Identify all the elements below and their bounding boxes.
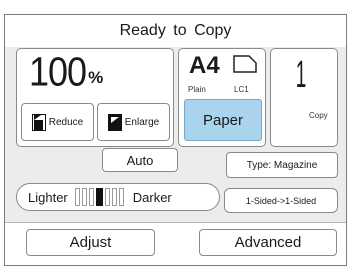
density-segment[interactable] [81,188,87,206]
density-control[interactable]: Lighter Darker [16,183,220,211]
enlarge-button[interactable]: Enlarge [97,103,170,141]
adjust-label: Adjust [69,234,112,251]
paper-tray-icon [233,55,257,78]
sided-label: 1-Sided->1-Sided [245,195,317,206]
zoom-unit: % [88,68,104,87]
auto-button[interactable]: Auto [102,148,178,172]
paper-type: Plain [188,85,206,94]
copies-count: 1 [295,54,307,96]
paper-button-label: Paper [202,111,244,129]
advanced-button[interactable]: Advanced [199,229,337,256]
reduce-label: Reduce [48,116,84,128]
paper-button[interactable]: Paper [184,99,262,141]
paper-size: A4 [189,52,220,79]
status-bar: Ready to Copy [5,15,346,47]
reduce-button[interactable]: Reduce [21,103,94,141]
auto-label: Auto [126,152,154,168]
enlarge-icon [107,113,122,131]
adjust-button[interactable]: Adjust [26,229,155,256]
zoom-display: 100 % [29,48,104,95]
reduce-icon [31,113,46,131]
zoom-card: 100 % Reduce Enlarge [16,48,174,147]
enlarge-label: Enlarge [124,116,160,128]
density-segment[interactable] [111,188,117,206]
sided-button[interactable]: 1-Sided->1-Sided [224,188,338,213]
density-segment[interactable] [118,188,124,206]
density-segment[interactable] [104,188,110,206]
copies-label: Copy [309,111,328,120]
status-title: Ready to Copy [119,22,232,39]
advanced-label: Advanced [234,234,302,251]
zoom-value: 100 [29,48,87,95]
density-segment[interactable] [95,188,103,206]
paper-tray: LC1 [234,85,249,94]
density-bar [74,188,126,206]
density-segment[interactable] [74,188,80,206]
copies-card[interactable]: 1 Copy [270,48,338,147]
density-darker-label: Darker [132,189,172,205]
density-lighter-label: Lighter [28,189,68,205]
density-segment[interactable] [88,188,94,206]
type-label: Type: Magazine [246,159,318,171]
paper-card: A4 Plain LC1 Paper [178,48,266,147]
type-button[interactable]: Type: Magazine [226,152,338,178]
